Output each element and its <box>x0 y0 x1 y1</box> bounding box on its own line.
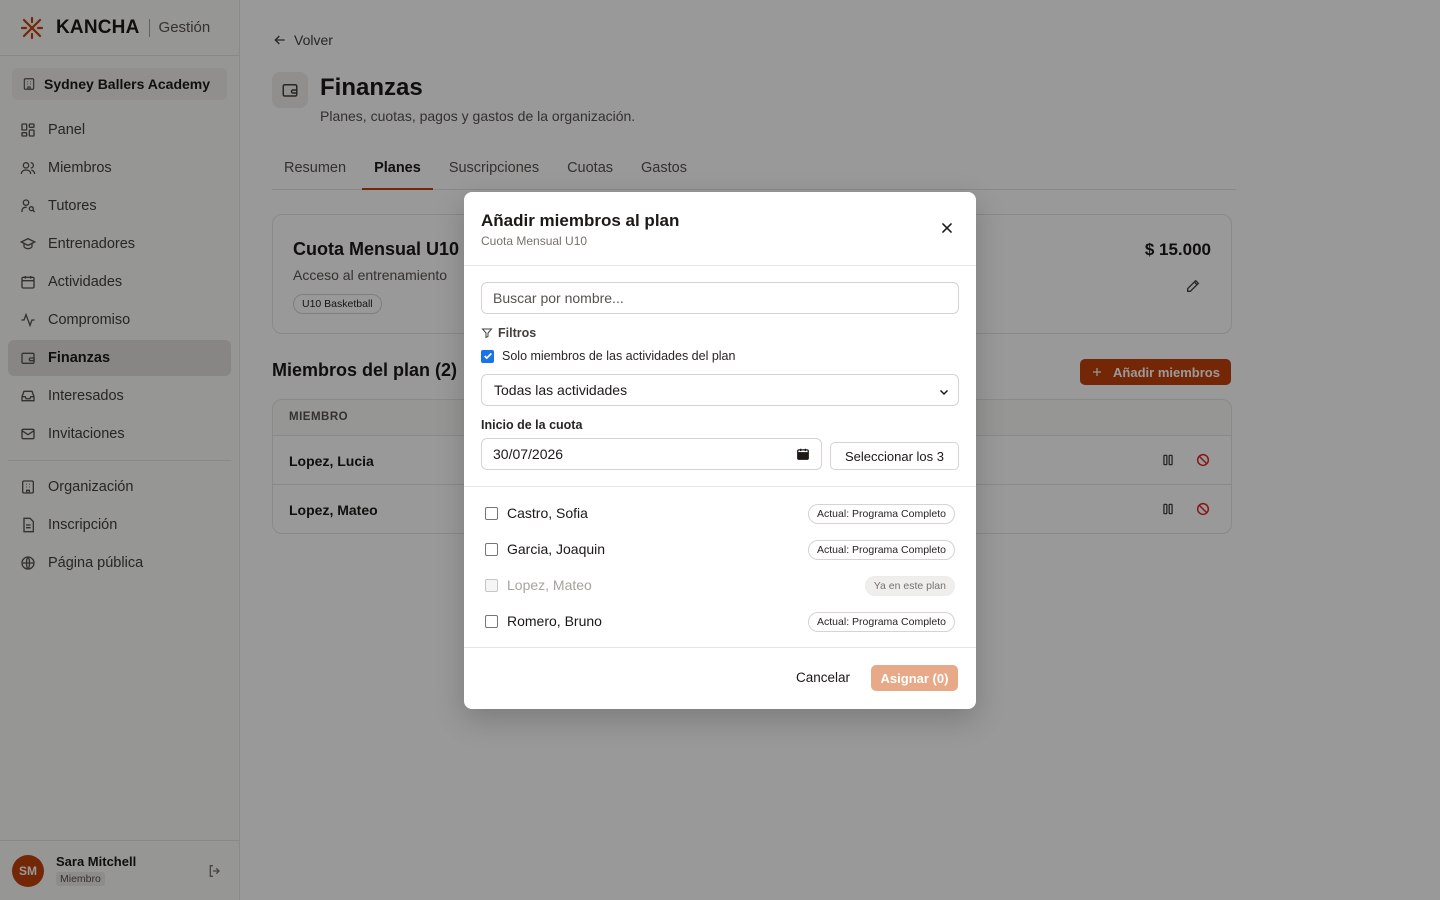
divider <box>464 486 976 487</box>
add-members-dialog: Añadir miembros al plan Cuota Mensual U1… <box>464 192 976 709</box>
filters-label: Filtros <box>481 326 536 340</box>
member-checkbox[interactable] <box>485 542 498 556</box>
candidate-name: Romero, Bruno <box>507 613 602 629</box>
filter-icon <box>481 328 493 339</box>
already-in-plan-badge: Ya en este plan <box>864 576 955 596</box>
divider <box>464 647 976 648</box>
filters-text: Filtros <box>498 326 537 340</box>
fee-start-date-value: 30/07/2026 <box>493 446 564 462</box>
search-input[interactable] <box>481 282 959 314</box>
current-plan-badge: Actual: Programa Completo <box>808 540 955 560</box>
close-icon[interactable] <box>940 221 954 235</box>
only-plan-activities-filter[interactable]: Solo miembros de las actividades del pla… <box>481 349 735 363</box>
candidate-name: Lopez, Mateo <box>507 577 592 593</box>
candidate-name: Garcia, Joaquin <box>507 541 606 557</box>
calendar-icon[interactable] <box>796 447 810 461</box>
assign-button[interactable]: Asignar (0) <box>871 665 958 691</box>
list-item[interactable]: Castro, Sofia Actual: Programa Completo <box>464 495 976 531</box>
member-checkbox[interactable] <box>485 506 498 520</box>
fee-start-label: Inicio de la cuota <box>481 418 583 432</box>
member-checkbox <box>485 578 498 592</box>
select-all-button[interactable]: Seleccionar los 3 <box>830 442 959 470</box>
dialog-subtitle: Cuota Mensual U10 <box>481 234 588 248</box>
only-plan-activities-checkbox[interactable] <box>481 349 494 363</box>
fee-start-date-input[interactable]: 30/07/2026 <box>481 438 822 470</box>
list-item[interactable]: Garcia, Joaquin Actual: Programa Complet… <box>464 531 976 567</box>
activity-select-value: Todas las actividades <box>494 382 628 398</box>
only-plan-activities-label: Solo miembros de las actividades del pla… <box>502 349 736 363</box>
candidate-name: Castro, Sofia <box>507 505 588 521</box>
list-item[interactable]: Romero, Bruno Actual: Programa Completo <box>464 603 976 639</box>
dialog-title: Añadir miembros al plan <box>481 211 680 230</box>
member-candidate-list: Castro, Sofia Actual: Programa Completo … <box>464 495 976 639</box>
current-plan-badge: Actual: Programa Completo <box>808 612 955 632</box>
list-item: Lopez, Mateo Ya en este plan <box>464 567 976 603</box>
check-icon <box>483 352 492 360</box>
chevron-down-icon <box>939 389 949 396</box>
divider <box>464 265 976 266</box>
current-plan-badge: Actual: Programa Completo <box>808 504 955 524</box>
cancel-button[interactable]: Cancelar <box>796 670 850 685</box>
member-checkbox[interactable] <box>485 614 498 628</box>
activity-select[interactable]: Todas las actividades <box>481 374 959 406</box>
